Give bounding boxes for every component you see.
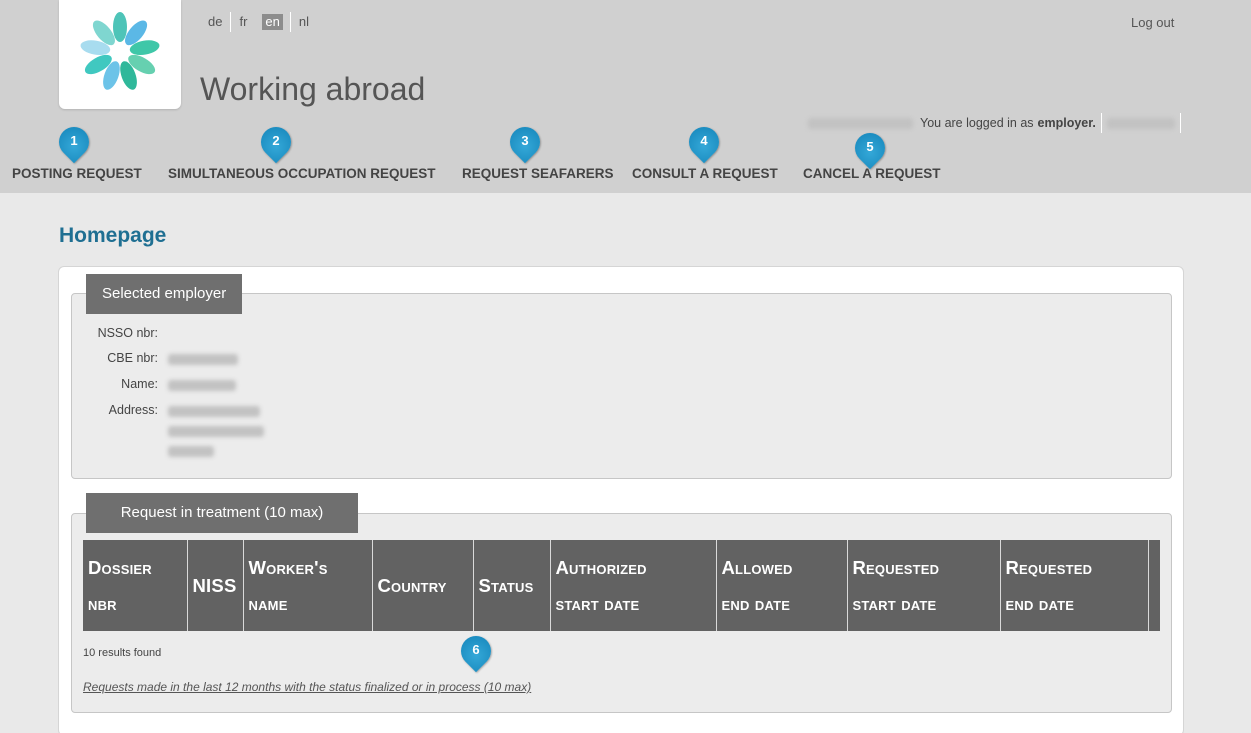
redacted-cbe-value <box>168 354 238 365</box>
col-country[interactable]: Country <box>372 540 474 631</box>
header-text: name <box>248 592 288 614</box>
marker-number: 1 <box>70 133 78 148</box>
header-text: Authorized <box>555 556 647 578</box>
col-status[interactable]: Status <box>473 540 551 631</box>
col-allowed-end-date[interactable]: Allowed end date <box>716 540 848 631</box>
results-count: 10 results found <box>83 647 162 659</box>
employer-legend: Selected employer <box>86 274 243 314</box>
logout-link[interactable]: Log out <box>1131 15 1174 30</box>
nav-consult-a-request[interactable]: CONSULT A REQUEST <box>632 166 778 181</box>
col-requested-start-date[interactable]: Requested start date <box>847 540 1001 631</box>
header-text: start date <box>852 592 937 614</box>
requests-table: Dossier nbr NISS Worker's name Country Sta… <box>83 540 1160 631</box>
marker-number: 5 <box>866 139 874 154</box>
col-extra <box>1148 540 1160 631</box>
header-text: start date <box>555 592 640 614</box>
requests-legend: Request in treatment (10 max) <box>86 493 358 533</box>
logged-prefix: You are logged in as <box>920 116 1034 130</box>
callout-marker-5: 5 <box>848 126 892 173</box>
nav-simultaneous-occupation-request[interactable]: SIMULTANEOUS OCCUPATION REQUEST <box>168 166 436 181</box>
redacted-user-name <box>808 117 913 129</box>
col-dossier-nbr[interactable]: Dossier nbr <box>83 540 188 631</box>
app-title: Working abroad <box>200 71 426 107</box>
redacted-address-line <box>168 406 260 417</box>
marker-number: 4 <box>700 133 708 148</box>
marker-number: 3 <box>521 133 529 148</box>
divider <box>1179 113 1181 133</box>
flower-logo-icon <box>80 12 160 90</box>
lang-en[interactable]: en <box>262 14 283 30</box>
header-text: Worker's <box>248 556 328 578</box>
header-text: end date <box>1005 592 1075 614</box>
marker-number: 2 <box>272 133 280 148</box>
requests-history-link[interactable]: Requests made in the last 12 months with… <box>83 680 531 694</box>
header-text: Country <box>377 574 447 596</box>
nav-posting-request[interactable]: POSTING REQUEST <box>12 166 142 181</box>
header-text: Requested <box>1005 556 1093 578</box>
col-niss[interactable]: NISS <box>187 540 244 631</box>
col-requested-end-date[interactable]: Requested end date <box>1000 540 1149 631</box>
language-switcher: de fr en nl <box>200 12 317 32</box>
lang-nl[interactable]: nl <box>289 12 317 32</box>
header-text: Allowed <box>721 556 793 578</box>
employer-fieldset <box>71 293 1172 479</box>
redacted-name-value <box>168 380 236 391</box>
nav-request-seafarers[interactable]: REQUEST SEAFARERS <box>462 166 614 181</box>
logged-in-info: You are logged in as employer. <box>808 113 1186 133</box>
callout-marker-4: 4 <box>682 120 726 167</box>
logged-role: employer. <box>1037 116 1096 130</box>
header-text: end date <box>721 592 791 614</box>
redacted-company[interactable] <box>1106 117 1175 129</box>
divider <box>1100 113 1102 133</box>
col-workers-name[interactable]: Worker's name <box>243 540 373 631</box>
logo[interactable] <box>59 0 181 109</box>
header-text: Status <box>478 574 534 596</box>
header-text: nbr <box>88 592 117 614</box>
header-text: NISS <box>192 574 237 596</box>
callout-marker-1: 1 <box>52 120 96 167</box>
header-text: Dossier <box>88 556 152 578</box>
marker-number: 6 <box>472 642 480 657</box>
name-label: Name: <box>121 377 158 391</box>
callout-marker-2: 2 <box>254 120 298 167</box>
header-bar: de fr en nl Log out Working abroad You a… <box>0 0 1251 193</box>
col-authorized-start-date[interactable]: Authorized start date <box>550 540 717 631</box>
nsso-label: NSSO nbr: <box>97 326 158 340</box>
lang-fr[interactable]: fr <box>230 12 255 32</box>
cbe-label: CBE nbr: <box>107 351 158 365</box>
redacted-address-line <box>168 426 264 437</box>
address-label: Address: <box>108 403 158 417</box>
header-text: Requested <box>852 556 940 578</box>
redacted-address-line <box>168 446 214 457</box>
table-header-row: Dossier nbr NISS Worker's name Country Sta… <box>83 540 1160 631</box>
callout-marker-3: 3 <box>503 120 547 167</box>
lang-de[interactable]: de <box>200 12 230 32</box>
callout-marker-6: 6 <box>454 629 498 676</box>
page-title: Homepage <box>59 224 167 247</box>
